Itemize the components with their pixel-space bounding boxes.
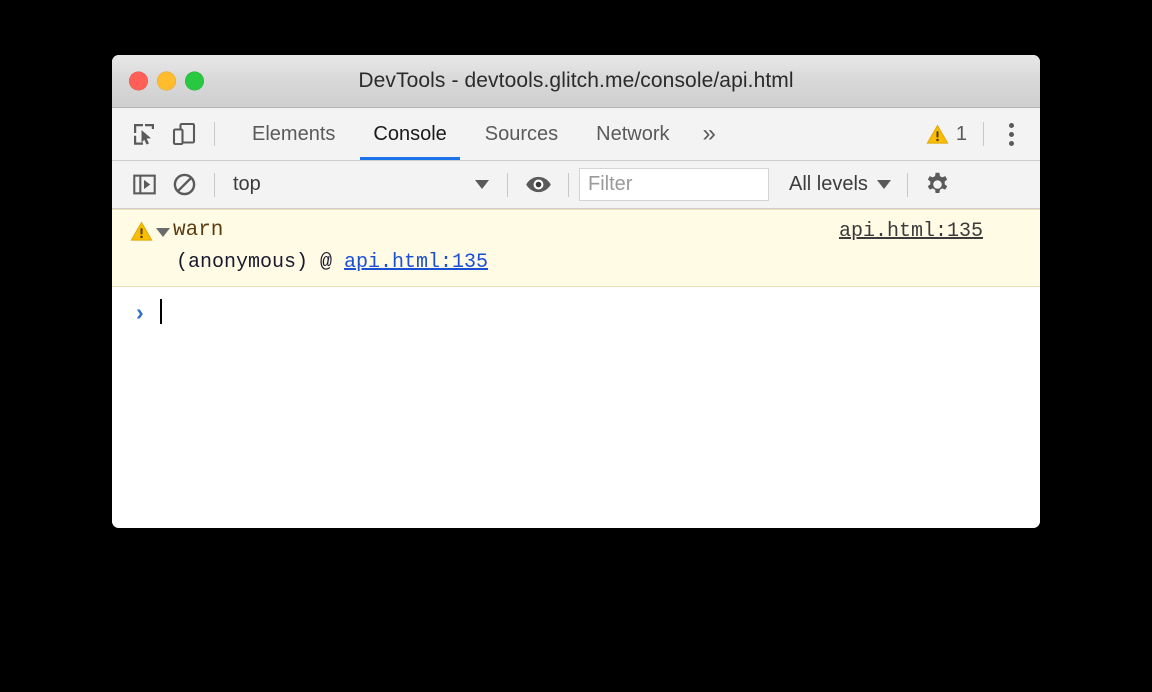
tab-network[interactable]: Network (577, 108, 688, 160)
execution-context-value: top (233, 173, 261, 195)
toolbar-divider-2 (507, 172, 508, 197)
console-prompt-input[interactable] (159, 299, 1040, 325)
minimize-button[interactable] (157, 71, 176, 91)
log-level-selector[interactable]: All levels (783, 169, 897, 200)
toolbar-divider-1 (214, 172, 215, 197)
inspect-element-icon (134, 124, 154, 145)
window-title: DevTools - devtools.glitch.me/console/ap… (358, 69, 794, 92)
close-button[interactable] (129, 71, 148, 91)
console-message-area[interactable]: warn api.html:135 (anonymous) @ api.html… (112, 209, 1040, 528)
tabbar-divider (214, 122, 215, 146)
warning-icon-wrap (130, 218, 156, 243)
console-sidebar-toggle-button[interactable] (124, 165, 164, 205)
screen-background: DevTools - devtools.glitch.me/console/ap… (0, 0, 1152, 692)
tab-console[interactable]: Console (354, 108, 465, 160)
clear-console-button[interactable] (164, 165, 204, 205)
console-sidebar-toggle-icon (132, 174, 156, 195)
console-settings-button[interactable] (918, 165, 958, 205)
prompt-chevron-icon: › (136, 298, 144, 325)
kebab-dot-3 (1008, 140, 1014, 146)
chevron-down-icon (475, 180, 489, 189)
message-source-link[interactable]: api.html:135 (839, 220, 983, 243)
toolbar-divider-3 (568, 172, 569, 197)
kebab-dot-1 (1008, 122, 1014, 128)
inspect-element-button[interactable] (124, 114, 164, 154)
warning-count-label: 1 (955, 122, 967, 145)
stack-frame-label: (anonymous) @ (176, 251, 345, 274)
panel-tabs: Elements Console Sources Network » (233, 108, 730, 160)
warning-message-text: warn (173, 219, 224, 242)
stack-frame-link[interactable]: api.html:135 (344, 251, 488, 274)
live-expression-button[interactable] (518, 165, 558, 205)
tab-elements[interactable]: Elements (233, 108, 354, 160)
console-prompt-row[interactable]: › (112, 287, 1040, 327)
tabbar-right-divider (983, 122, 984, 146)
warning-triangle-icon (130, 221, 153, 241)
more-tabs-button[interactable]: » (689, 108, 730, 160)
settings-gear-icon (928, 172, 948, 193)
devtools-tabbar: Elements Console Sources Network » 1 (112, 108, 1040, 161)
text-cursor (159, 299, 162, 324)
warning-count-badge[interactable]: 1 (920, 119, 973, 150)
window-controls (129, 71, 204, 91)
console-warning-message[interactable]: warn api.html:135 (anonymous) @ api.html… (112, 209, 1040, 287)
warning-triangle-icon (926, 124, 949, 144)
disclosure-triangle-icon[interactable] (156, 228, 170, 237)
stack-trace-row: (anonymous) @ api.html:135 (112, 244, 1040, 276)
live-expression-eye-icon (525, 176, 551, 193)
toolbar-divider-4 (906, 172, 908, 197)
maximize-button[interactable] (185, 71, 204, 91)
tabbar-right-controls: 1 (920, 117, 1040, 151)
console-toolbar: top All levels (112, 161, 1040, 209)
main-menu-button[interactable] (994, 117, 1028, 151)
window-titlebar: DevTools - devtools.glitch.me/console/ap… (112, 55, 1040, 108)
clear-console-icon (173, 173, 195, 196)
devtools-window: DevTools - devtools.glitch.me/console/ap… (112, 55, 1040, 528)
kebab-dot-2 (1008, 131, 1014, 137)
execution-context-selector[interactable]: top (225, 170, 497, 200)
filter-input[interactable] (579, 168, 769, 201)
warning-message-header: warn api.html:135 (112, 218, 1040, 244)
chevron-down-icon (876, 180, 891, 189)
device-toolbar-icon (172, 122, 196, 146)
log-level-label: All levels (789, 173, 868, 195)
device-toolbar-button[interactable] (164, 114, 204, 154)
tab-sources[interactable]: Sources (466, 108, 577, 160)
